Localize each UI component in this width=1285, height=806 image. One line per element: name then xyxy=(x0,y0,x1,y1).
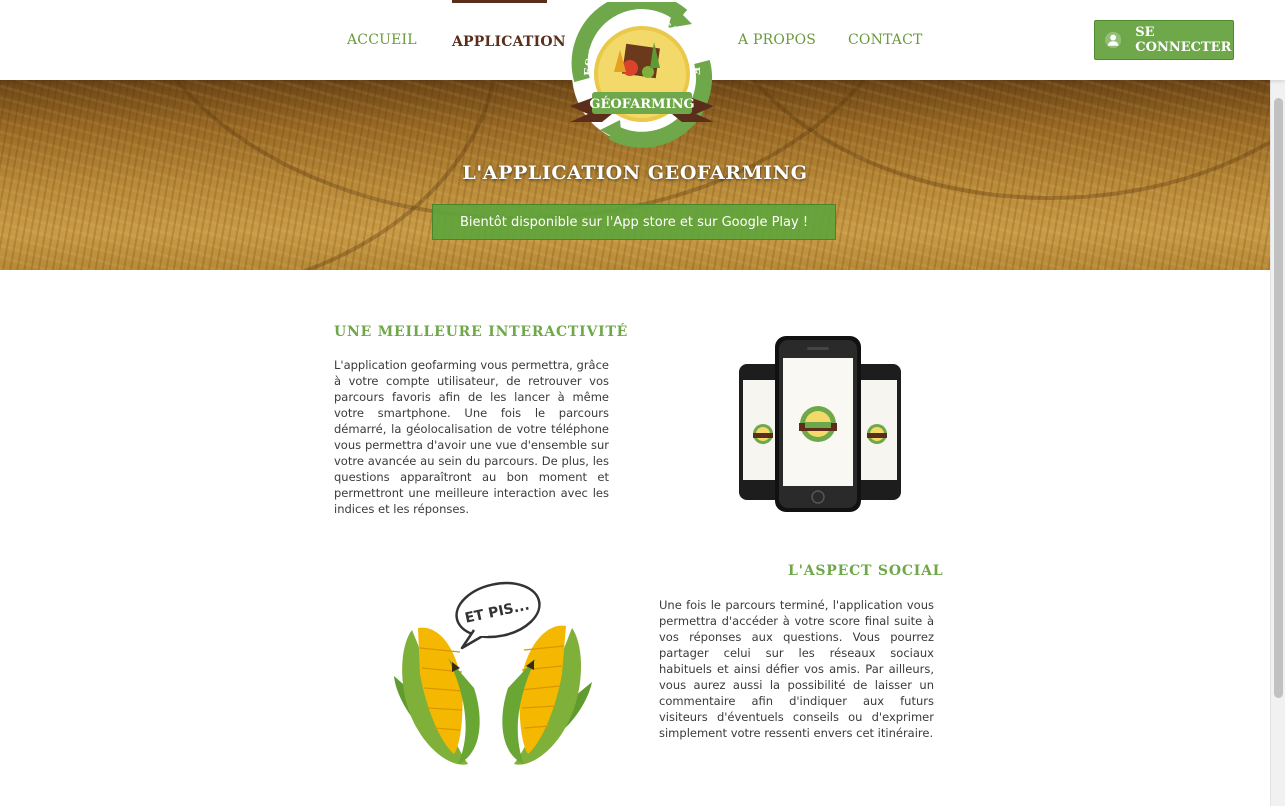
nav-a-propos[interactable]: A PROPOS xyxy=(738,32,816,48)
phone-mockup xyxy=(739,336,901,512)
section-text-social: Une fois le parcours terminé, l'applicat… xyxy=(659,598,934,740)
nav-active-indicator xyxy=(452,0,547,3)
nav-accueil[interactable]: ACCUEIL xyxy=(347,32,417,48)
login-button[interactable]: SE CONNECTER xyxy=(1094,20,1234,60)
section-title-social: L'ASPECT SOCIAL xyxy=(788,563,944,579)
login-label: SE CONNECTER xyxy=(1135,25,1232,55)
section-text-interactivite: L'application geofarming vous permettra,… xyxy=(334,358,609,516)
corn-mascot: ET PIS... xyxy=(394,581,592,765)
nav-contact[interactable]: CONTACT xyxy=(848,32,923,48)
hero-title: L'APPLICATION GEOFARMING xyxy=(462,162,808,184)
page-scrollbar[interactable] xyxy=(1270,80,1285,806)
section-title-interactivite: UNE MEILLEURE INTERACTIVITÉ xyxy=(334,324,629,340)
logo-banner-text: GÉOFARMING xyxy=(589,96,694,112)
user-icon xyxy=(1105,31,1122,49)
speech-bubble: ET PIS... xyxy=(455,581,541,650)
nav-application[interactable]: APPLICATION xyxy=(452,34,566,50)
geofarming-logo[interactable]: LES TRÉSORS AGRICOLES GÉOFARMING xyxy=(564,2,720,150)
scrollbar-thumb[interactable] xyxy=(1274,98,1283,698)
hero-cta-button[interactable]: Bientôt disponible sur l'App store et su… xyxy=(432,204,836,240)
